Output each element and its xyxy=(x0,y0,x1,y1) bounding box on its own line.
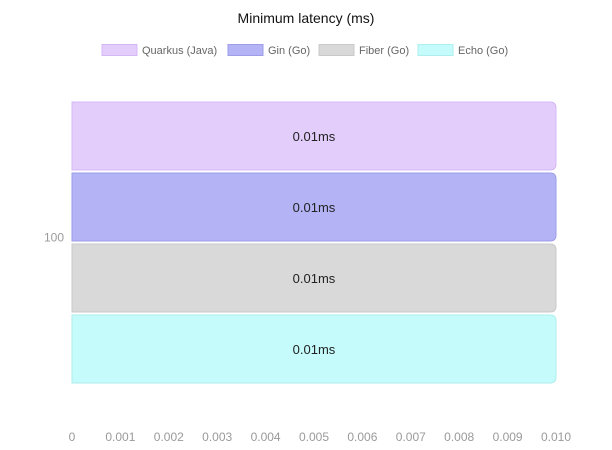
y-axis: 100 xyxy=(44,231,64,245)
x-tick-label: 0.007 xyxy=(396,430,426,444)
legend-label: Quarkus (Java) xyxy=(142,45,217,57)
bar-data-label: 0.01ms xyxy=(293,200,336,215)
legend-label: Gin (Go) xyxy=(268,45,310,57)
legend-swatch xyxy=(417,44,454,56)
x-tick-label: 0.008 xyxy=(444,430,474,444)
y-tick-label: 100 xyxy=(44,231,64,245)
chart-canvas: Minimum latency (ms) Quarkus (Java) Gin (… xyxy=(44,10,572,444)
legend-label: Fiber (Go) xyxy=(359,45,409,57)
chart-title: Minimum latency (ms) xyxy=(238,10,375,26)
x-tick-label: 0.001 xyxy=(105,430,135,444)
legend-item[interactable]: Fiber (Go) xyxy=(318,44,409,58)
x-tick-label: 0.003 xyxy=(202,430,232,444)
legend: Quarkus (Java) Gin (Go) Fiber (Go) Echo (Go… xyxy=(101,44,508,58)
x-tick-label: 0.010 xyxy=(541,430,571,444)
bar-data-label: 0.01ms xyxy=(293,129,336,144)
legend-item[interactable]: Quarkus (Java) xyxy=(101,44,217,58)
legend-swatch xyxy=(318,44,355,56)
legend-swatch xyxy=(227,44,264,56)
legend-label: Echo (Go) xyxy=(458,45,508,57)
bar-data-label: 0.01ms xyxy=(293,342,336,357)
x-tick-label: 0 xyxy=(69,430,76,444)
x-tick-label: 0.002 xyxy=(154,430,184,444)
x-tick-label: 0.005 xyxy=(299,430,329,444)
x-tick-label: 0.009 xyxy=(493,430,523,444)
bar-data-label: 0.01ms xyxy=(293,271,336,286)
bar-group: 0.01ms 0.01ms 0.01ms 0.01ms xyxy=(71,101,557,384)
legend-item[interactable]: Echo (Go) xyxy=(417,44,508,58)
x-axis: 0 0.001 0.002 0.003 0.004 0.005 0.006 0.007 0.00… xyxy=(69,430,572,444)
legend-swatch xyxy=(101,44,138,56)
x-tick-label: 0.004 xyxy=(251,430,281,444)
legend-item[interactable]: Gin (Go) xyxy=(227,44,310,58)
x-tick-label: 0.006 xyxy=(347,430,377,444)
